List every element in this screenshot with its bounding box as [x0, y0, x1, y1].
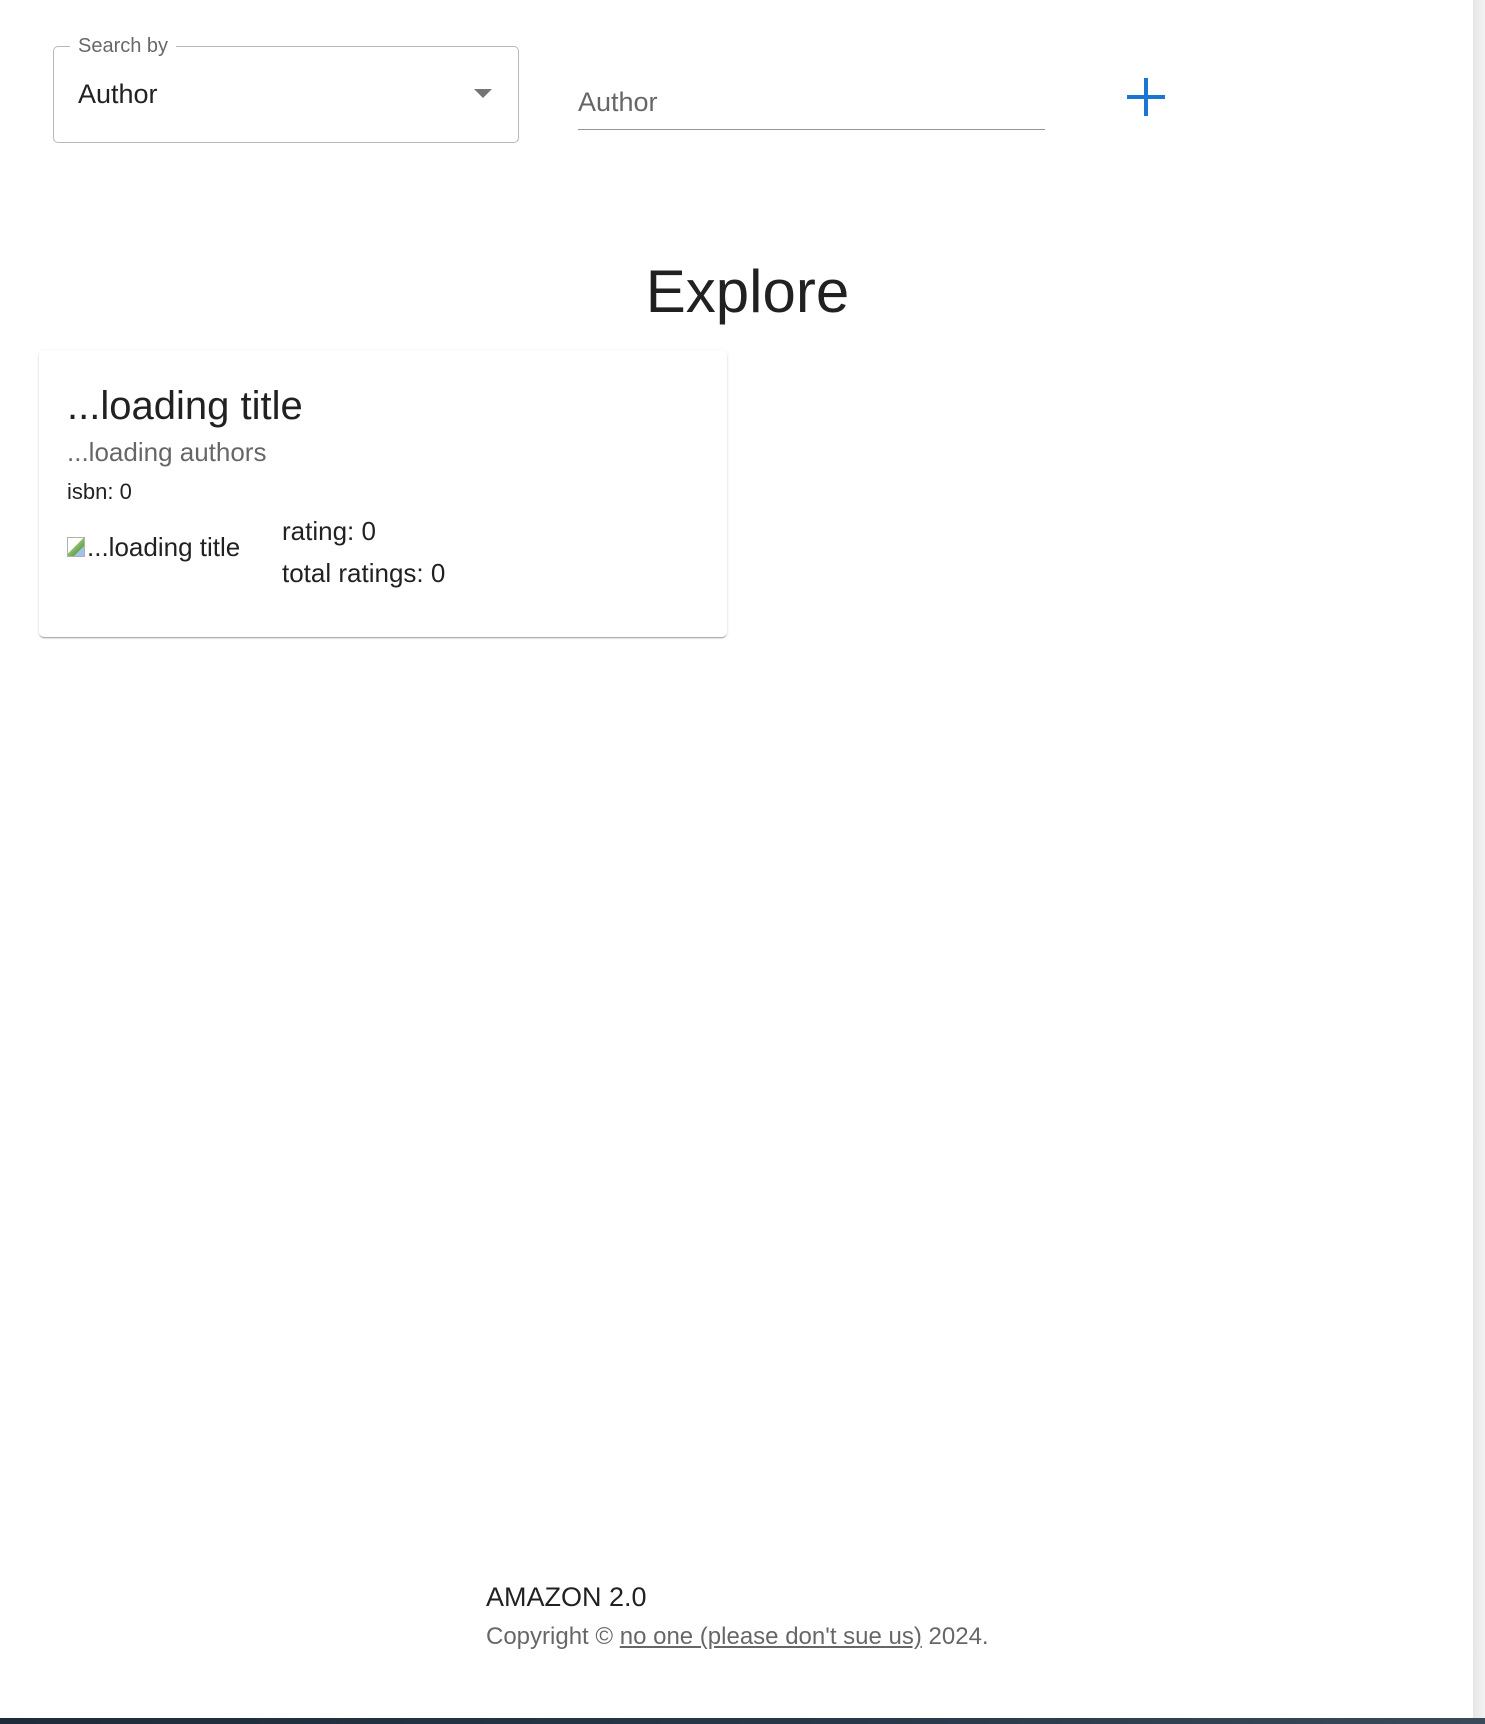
book-cover-alt-text: ...loading title [87, 531, 241, 562]
add-button[interactable] [1115, 66, 1175, 126]
total-ratings-value: 0 [430, 558, 446, 588]
footer-copyright: Copyright © no one (please don't sue us)… [486, 1621, 989, 1653]
copyright-prefix: Copyright © [486, 1623, 620, 1650]
isbn-value: 0 [119, 479, 132, 504]
author-search-input[interactable] [578, 82, 1045, 122]
author-field [578, 72, 1045, 130]
dropdown-arrow-icon [474, 89, 492, 98]
total-ratings-label: total ratings: [282, 558, 431, 588]
page-title: Explore [645, 258, 850, 325]
taskbar-edge [0, 1718, 1485, 1724]
rating-value: 0 [361, 516, 376, 546]
book-total-ratings: total ratings: 0 [282, 556, 445, 590]
copyright-suffix: 2024. [921, 1623, 989, 1650]
book-isbn: isbn: 0 [67, 478, 132, 506]
isbn-label: isbn: [67, 479, 120, 504]
book-cover-image: ...loading title [67, 530, 240, 564]
search-by-select[interactable]: Search by Author [53, 34, 519, 143]
search-by-value: Author [78, 79, 158, 109]
broken-image-icon [67, 537, 85, 557]
footer-brand: AMAZON 2.0 [486, 1582, 647, 1612]
book-rating: rating: 0 [282, 514, 376, 548]
book-title: ...loading title [67, 384, 303, 428]
book-authors: ...loading authors [67, 437, 267, 467]
plus-icon [1127, 78, 1165, 116]
book-card[interactable]: ...loading title ...loading authors isbn… [39, 350, 727, 637]
search-by-label: Search by [70, 34, 177, 58]
rating-label: rating: [282, 516, 362, 546]
footer-link[interactable]: no one (please don't sue us) [620, 1623, 922, 1650]
